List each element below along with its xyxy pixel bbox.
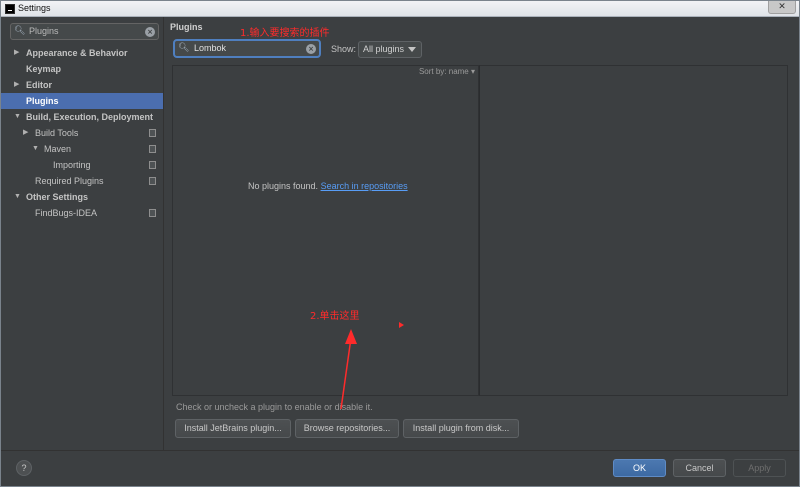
- plugin-hint-text: Check or uncheck a plugin to enable or d…: [176, 402, 373, 412]
- plugin-search-input[interactable]: 🔍︎ Lombok ×: [173, 39, 321, 58]
- chevron-down-icon: [408, 47, 416, 52]
- sort-by-dropdown[interactable]: Sort by: name ▾: [419, 67, 475, 76]
- title-bar: Settings ✕: [1, 1, 799, 17]
- settings-tree: ▶ Appearance & Behavior Keymap ▶ Editor …: [1, 45, 163, 221]
- apply-button[interactable]: Apply: [733, 459, 786, 477]
- settings-search-value: Plugins: [29, 26, 59, 36]
- tree-item-appearance-behavior[interactable]: ▶ Appearance & Behavior: [1, 45, 163, 61]
- plugin-search-value: Lombok: [194, 43, 227, 53]
- tree-item-label: Keymap: [26, 64, 62, 74]
- tree-item-findbugs-idea[interactable]: FindBugs-IDEA: [1, 205, 163, 221]
- tree-item-label: Maven: [44, 144, 72, 154]
- clear-search-icon[interactable]: ×: [306, 44, 316, 54]
- project-settings-icon: [149, 177, 156, 185]
- tree-item-other-settings[interactable]: ▼ Other Settings: [1, 189, 163, 205]
- browse-repositories-button[interactable]: Browse repositories...: [295, 419, 399, 438]
- expand-arrow-icon[interactable]: ▶: [23, 125, 28, 141]
- plugin-list: Sort by: name ▾ No plugins found. Search…: [172, 65, 479, 396]
- tree-item-required-plugins[interactable]: Required Plugins: [1, 173, 163, 189]
- settings-window: Settings ✕ 🔍︎ Plugins × ▶ Appearance & B…: [0, 0, 800, 487]
- tree-item-label: Required Plugins: [35, 176, 104, 186]
- cancel-button[interactable]: Cancel: [673, 459, 726, 477]
- collapse-arrow-icon[interactable]: ▼: [14, 109, 21, 125]
- page-title: Plugins: [170, 22, 203, 32]
- ok-button[interactable]: OK: [613, 459, 666, 477]
- install-jetbrains-plugin-button[interactable]: Install JetBrains plugin...: [175, 419, 291, 438]
- tree-item-label: Build Tools: [35, 128, 79, 138]
- search-in-repositories-link[interactable]: Search in repositories: [321, 181, 408, 191]
- clear-search-icon[interactable]: ×: [145, 27, 155, 37]
- show-filter-label: Show:: [331, 44, 357, 54]
- empty-list-message: No plugins found. Search in repositories: [248, 181, 408, 191]
- tree-item-importing[interactable]: Importing: [1, 157, 163, 173]
- tree-item-label: Plugins: [26, 96, 59, 106]
- tree-item-editor[interactable]: ▶ Editor: [1, 77, 163, 93]
- project-settings-icon: [149, 161, 156, 169]
- plugins-panel: Plugins 1.输入要搜索的插件 🔍︎ Lombok × Show: All…: [165, 17, 799, 450]
- expand-arrow-icon[interactable]: ▶: [14, 45, 19, 61]
- settings-sidebar: 🔍︎ Plugins × ▶ Appearance & Behavior Key…: [1, 17, 164, 450]
- collapse-arrow-icon[interactable]: ▼: [32, 141, 39, 157]
- tree-item-build-tools[interactable]: ▶ Build Tools: [1, 125, 163, 141]
- window-close-button[interactable]: ✕: [768, 1, 796, 14]
- dialog-footer: ? OK Cancel Apply: [1, 450, 799, 486]
- show-filter-value: All plugins: [363, 44, 405, 54]
- empty-text: No plugins found.: [248, 181, 321, 191]
- tree-item-keymap[interactable]: Keymap: [1, 61, 163, 77]
- search-icon: 🔍︎: [178, 43, 190, 53]
- tree-item-maven[interactable]: ▼ Maven: [1, 141, 163, 157]
- project-settings-icon: [149, 129, 156, 137]
- expand-arrow-icon[interactable]: ▶: [14, 77, 19, 93]
- help-button[interactable]: ?: [16, 460, 32, 476]
- settings-search-input[interactable]: 🔍︎ Plugins ×: [10, 23, 159, 40]
- tree-item-label: Other Settings: [26, 192, 89, 202]
- show-filter-dropdown[interactable]: All plugins: [358, 41, 422, 58]
- search-icon: 🔍︎: [14, 26, 26, 36]
- tree-item-label: Appearance & Behavior: [26, 48, 128, 58]
- project-settings-icon: [149, 145, 156, 153]
- tree-item-plugins[interactable]: Plugins: [1, 93, 163, 109]
- window-title: Settings: [18, 3, 51, 13]
- annotation-step1: 1.输入要搜索的插件: [240, 28, 330, 39]
- annotation-step2: 2.单击这里: [310, 311, 360, 322]
- tree-item-label: Editor: [26, 80, 52, 90]
- plugin-details-panel: [479, 65, 788, 396]
- project-settings-icon: [149, 209, 156, 217]
- tree-item-label: FindBugs-IDEA: [35, 208, 98, 218]
- install-from-disk-button[interactable]: Install plugin from disk...: [403, 419, 519, 438]
- tree-item-build-execution-deployment[interactable]: ▼ Build, Execution, Deployment: [1, 109, 163, 125]
- intellij-app-icon: [5, 4, 15, 14]
- tree-item-label: Importing: [53, 160, 91, 170]
- tree-item-label: Build, Execution, Deployment: [26, 112, 154, 122]
- collapse-arrow-icon[interactable]: ▼: [14, 189, 21, 205]
